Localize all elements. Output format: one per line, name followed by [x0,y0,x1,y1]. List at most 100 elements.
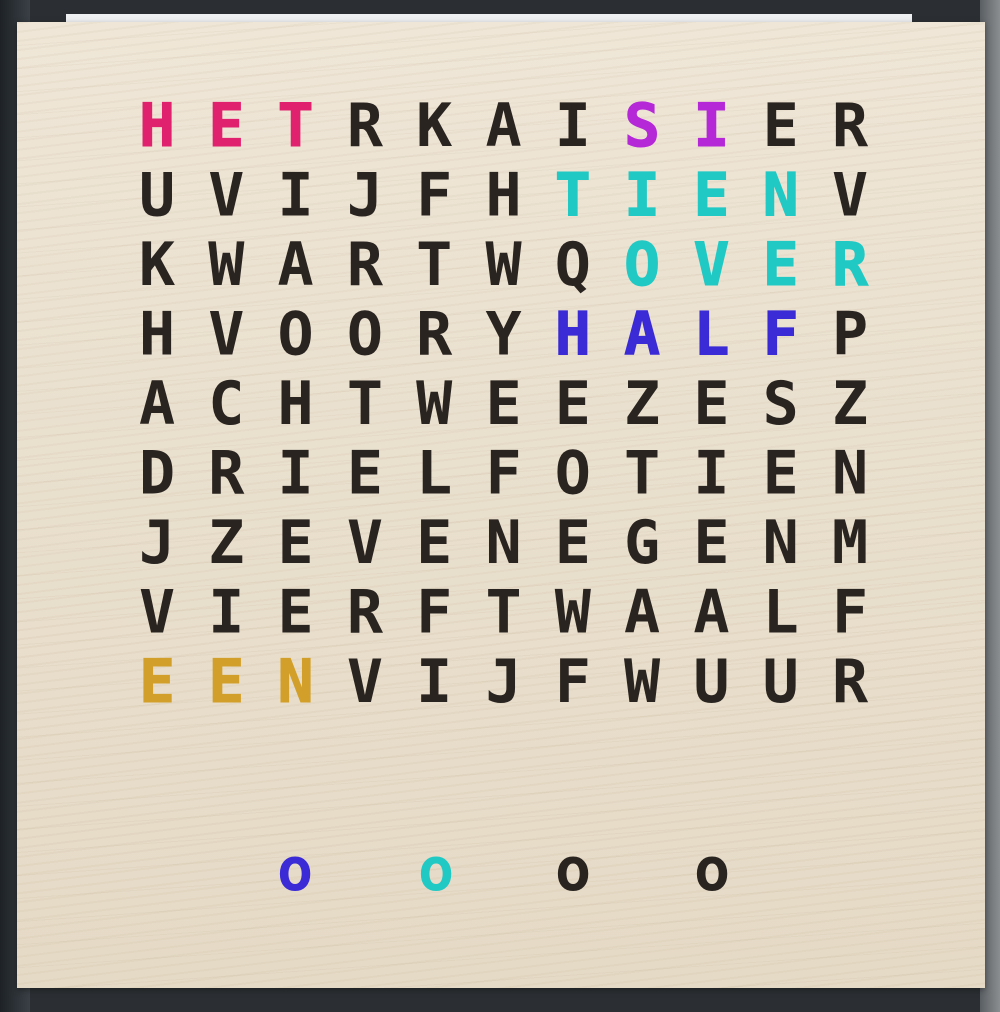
letter-cell: N [485,508,521,578]
letter-cell: E [278,508,314,578]
letter-cell: D [139,439,175,509]
letter-cell: V [693,230,729,300]
letter-cell: E [208,91,244,161]
letter-cell: S [624,91,660,161]
letter-cell: F [416,161,452,231]
letter-cell: O [278,300,314,370]
letter-cell: E [278,578,314,648]
letter-cell: E [139,647,175,717]
letter-cell: N [832,439,868,509]
letter-cell: G [624,508,660,578]
letter-cell: E [416,508,452,578]
minute-dot: o [694,835,730,905]
letter-cell: A [485,91,521,161]
letter-cell: H [139,91,175,161]
letter-cell: U [139,161,175,231]
letter-cell: Z [624,369,660,439]
letter-cell: T [555,161,591,231]
letter-cell: F [416,578,452,648]
letter-cell: Y [485,300,521,370]
letter-cell: T [347,369,383,439]
letter-cell: Q [555,230,591,300]
letter-cell: W [485,230,522,300]
letter-cell: H [485,161,521,231]
letter-cell: R [208,439,245,509]
letter-cell: F [832,578,868,648]
letter-cell: R [832,230,869,300]
letter-cell: R [832,91,869,161]
letter-cell: A [693,578,729,648]
letter-cell: I [278,161,314,231]
letter-cell: O [555,439,591,509]
letter-cell: E [485,369,521,439]
letter-cell: T [624,439,660,509]
letter-cell: V [832,161,868,231]
letter-cell: V [139,578,175,648]
letter-cell: U [693,647,729,717]
letter-cell: H [555,300,591,370]
letter-cell: W [416,369,453,439]
letter-cell: S [763,369,799,439]
letter-cell: R [347,578,384,648]
letter-cell: U [763,647,799,717]
letter-cell: L [763,578,799,648]
letter-cell: R [347,91,384,161]
letter-cell: E [693,161,729,231]
letter-cell: F [485,439,521,509]
letter-cell: V [208,300,244,370]
letter-cell: H [139,300,175,370]
letter-cell: C [208,369,244,439]
letter-cell: F [763,300,799,370]
letter-cell: V [208,161,244,231]
letter-cell: O [624,230,660,300]
letter-cell: F [555,647,591,717]
letter-cell: I [416,647,452,717]
letter-cell: T [278,91,314,161]
letter-cell: E [208,647,244,717]
letter-cell: E [555,369,591,439]
letter-cell: I [555,91,591,161]
letter-cell: A [278,230,314,300]
letter-cell: E [693,508,729,578]
letter-cell: J [139,508,175,578]
letter-cell: T [485,578,521,648]
letter-cell: I [208,578,244,648]
letter-cell: E [763,230,799,300]
letter-cell: M [832,508,868,578]
letter-cell: V [347,508,383,578]
letter-cell: R [416,300,453,370]
letter-cell: H [278,369,314,439]
letter-cell: V [347,647,383,717]
letter-cell: A [139,369,175,439]
letter-cell: T [416,230,452,300]
letter-cell: W [208,230,245,300]
letter-cell: K [416,91,452,161]
letter-cell: O [347,300,383,370]
letter-cell: J [347,161,383,231]
letter-cell: N [763,161,799,231]
letter-cell: N [763,508,799,578]
letter-cell: K [139,230,175,300]
letter-cell: I [693,91,729,161]
letter-cell: N [278,647,314,717]
letter-grid: H E T R K A I S I E RU V I J F H T I E N VK W A R T W Q O V E RH V O O R Y H… [138,91,869,906]
letter-cell: I [624,161,660,231]
minute-dot: o [277,835,313,905]
letter-cell: E [555,508,591,578]
letter-cell: W [624,647,661,717]
letter-cell: Z [832,369,868,439]
letter-cell: I [278,439,314,509]
letter-cell: E [693,369,729,439]
minute-dot: o [418,835,454,905]
letter-cell: J [485,647,521,717]
letter-cell: Z [208,508,244,578]
letter-cell: I [693,439,729,509]
letter-cell: P [832,300,868,370]
letter-cell: W [555,578,592,648]
letter-cell: A [624,300,660,370]
letter-cell: E [763,91,799,161]
letter-cell: R [347,230,384,300]
letter-cell: L [416,439,452,509]
minute-dot: o [555,835,591,905]
letter-cell: E [763,439,799,509]
